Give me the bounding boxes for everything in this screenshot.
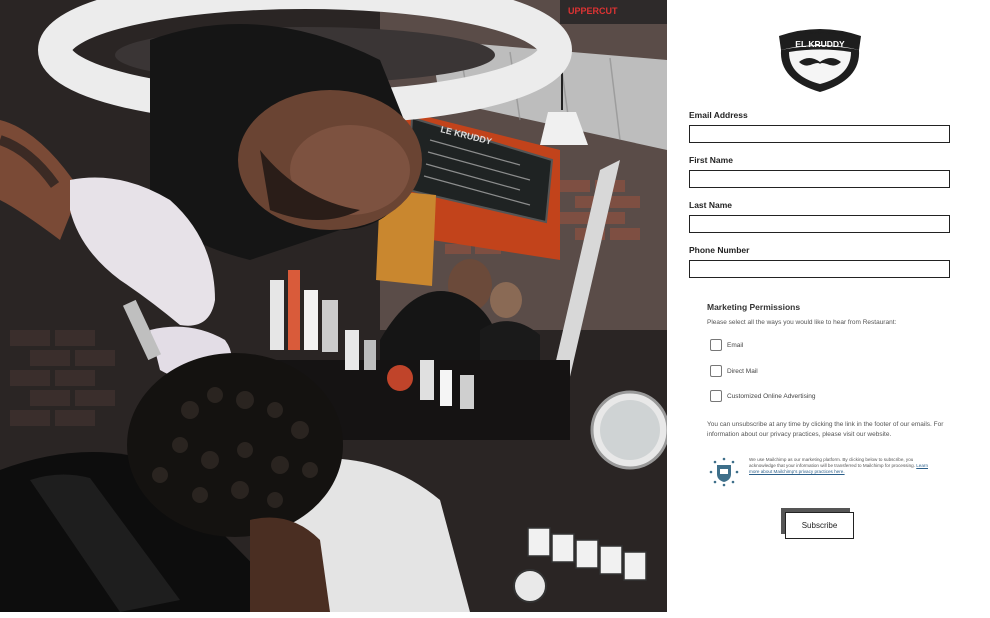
mailchimp-gdpr-badge-icon (709, 457, 739, 487)
el-kruddy-logo: The Barber Studio EL KRUDDY (779, 29, 861, 92)
logo-tagline: The Barber Studio (800, 30, 841, 36)
unsubscribe-notice: You can unsubscribe at any time by click… (707, 421, 944, 438)
first-name-field[interactable] (689, 170, 950, 188)
banner-text: UPPERCUT (568, 6, 618, 16)
subscribe-button[interactable]: Subscribe (785, 512, 854, 539)
barbershop-photo: LE KRUDDY UPPERCUT (0, 0, 667, 612)
marketing-permissions-title: Marketing Permissions (707, 302, 801, 312)
subscribe-form-panel: The Barber Studio EL KRUDDY Email Addres… (667, 0, 990, 618)
last-name-field[interactable] (689, 215, 950, 233)
last-name-label: Last Name (689, 200, 732, 210)
barbershop-photo-illustration: LE KRUDDY UPPERCUT (0, 0, 667, 612)
permission-direct-mail-label: Direct Mail (727, 367, 758, 375)
phone-field[interactable] (689, 260, 950, 278)
permission-direct-mail-checkbox[interactable] (710, 365, 722, 377)
mailchimp-notice-text: We use Mailchimp as our marketing platfo… (749, 457, 915, 469)
permission-online-ads-option[interactable]: Customized Online Advertising (710, 390, 816, 402)
mailchimp-notice: We use Mailchimp as our marketing platfo… (749, 457, 939, 476)
permission-email-checkbox[interactable] (710, 339, 722, 351)
permission-direct-mail-option[interactable]: Direct Mail (710, 365, 758, 377)
email-field[interactable] (689, 125, 950, 143)
logo-name: EL KRUDDY (795, 39, 845, 49)
marketing-permissions-subtitle: Please select all the ways you would lik… (707, 319, 897, 326)
permission-online-ads-checkbox[interactable] (710, 390, 722, 402)
first-name-label: First Name (689, 155, 733, 165)
email-label: Email Address (689, 110, 748, 120)
permission-email-option[interactable]: Email (710, 339, 743, 351)
permission-online-ads-label: Customized Online Advertising (727, 392, 816, 400)
phone-label: Phone Number (689, 245, 750, 255)
permission-email-label: Email (727, 341, 744, 349)
